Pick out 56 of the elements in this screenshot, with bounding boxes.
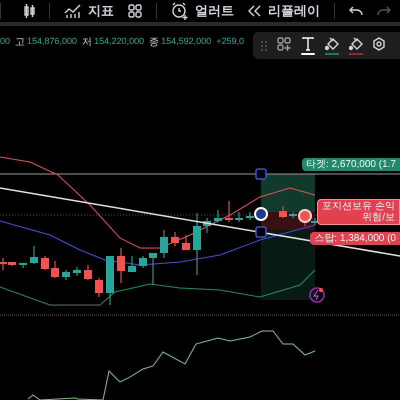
candle <box>149 252 157 286</box>
candle <box>51 260 59 278</box>
high-label: 고 <box>15 36 26 50</box>
position-info-label: 포지션보유 손익 위험/보 <box>317 199 400 225</box>
stop-label: 스탑: 1,384,000 (0 <box>310 232 400 245</box>
candle <box>139 256 147 268</box>
candle <box>41 256 49 270</box>
candle <box>84 264 92 280</box>
target-zone <box>261 174 315 212</box>
close-label: 종 <box>149 36 160 50</box>
undo-icon[interactable] <box>349 5 363 17</box>
candle <box>117 248 125 284</box>
candle <box>225 200 233 222</box>
drag-handle-icon[interactable] <box>261 40 267 50</box>
paint-bucket-icon[interactable] <box>325 36 339 50</box>
indicators-button[interactable]: 지표 <box>58 0 120 22</box>
candle <box>106 256 114 306</box>
entry-marker <box>254 207 268 221</box>
paint-bucket-icon[interactable] <box>349 36 363 50</box>
rewind-icon[interactable] <box>248 5 262 17</box>
alarm-clock-icon[interactable] <box>171 2 189 20</box>
candle <box>214 210 222 222</box>
add-grid-icon[interactable] <box>277 36 291 50</box>
candle <box>193 212 201 276</box>
alert-button[interactable]: 얼러트 <box>165 0 240 22</box>
candle <box>73 266 81 276</box>
replay-button[interactable]: 리플레이 <box>242 0 326 22</box>
drag-handle[interactable] <box>255 168 267 180</box>
candle <box>128 256 136 272</box>
hexagon-icon[interactable] <box>373 36 385 50</box>
price-value: 154,220,000 <box>94 35 144 48</box>
price-value: 00 <box>0 35 10 48</box>
candle <box>182 234 190 250</box>
price-value: 154,876,000 <box>27 35 78 48</box>
drag-handle[interactable] <box>255 226 267 238</box>
candle <box>246 212 254 220</box>
candle <box>62 270 70 280</box>
candle <box>203 218 211 234</box>
candle <box>19 262 27 268</box>
target-label: 타겟: 2,670,000 (1.7 <box>302 158 400 171</box>
candle <box>235 212 243 222</box>
candle <box>289 212 297 218</box>
candle <box>30 246 38 264</box>
position-marker <box>298 209 312 223</box>
grid-icon[interactable] <box>128 4 142 18</box>
candle <box>95 278 103 298</box>
chart-icon[interactable] <box>64 4 82 18</box>
candle <box>171 232 179 246</box>
candlestick-icon[interactable] <box>23 4 35 18</box>
price-value: 154,592,000 <box>161 35 212 48</box>
lightning-icon[interactable] <box>309 287 325 303</box>
change-value: +259,0 <box>216 35 244 48</box>
text-tool-icon[interactable] <box>302 36 314 50</box>
candle <box>279 206 287 218</box>
low-label: 저 <box>82 36 92 50</box>
candle <box>160 230 168 258</box>
